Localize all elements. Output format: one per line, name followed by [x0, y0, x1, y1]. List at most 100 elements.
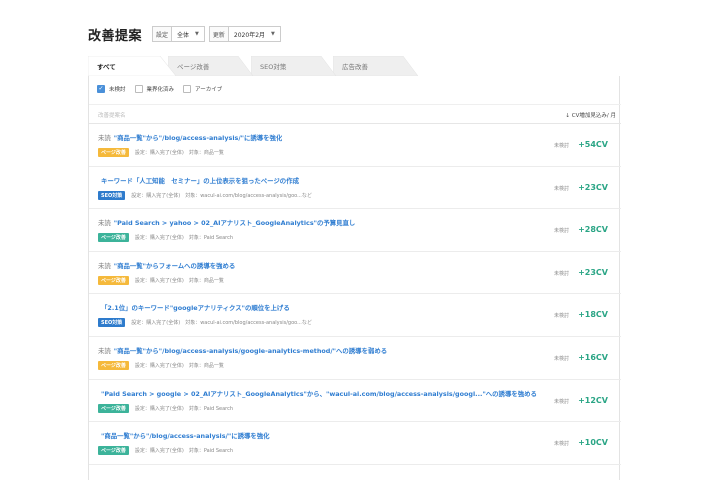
col-proposal-name: 改善提案名	[98, 113, 126, 119]
proposal-title[interactable]: 未読 "商品一覧"から"/blog/access-analysis/google-…	[98, 346, 387, 355]
tab-ad-improvement[interactable]: 広告改善	[333, 56, 418, 76]
checkbox-icon[interactable]	[134, 85, 143, 93]
status-label: 未検討	[554, 441, 570, 448]
filter-unreviewed[interactable]: ✓ 未検討	[97, 85, 126, 93]
cv-increase-value: +54CV	[578, 140, 608, 149]
proposal-meta: ページ改善 設定：購入完了(全体) 対象：商品一覧	[98, 275, 229, 285]
category-badge: ページ改善	[98, 233, 129, 243]
proposal-meta: ページ改善 設定：購入完了(全体) 対象：Paid Search	[98, 233, 238, 243]
status-label: 未検討	[554, 313, 570, 320]
meta-target: 対象：商品一覧	[188, 150, 224, 156]
tab-label: 広告改善	[342, 63, 368, 71]
proposal-link[interactable]: キーワード「人工知能 セミナー」の上位表示を狙ったページの作成	[101, 177, 299, 185]
meta-target: 対象：商品一覧	[188, 362, 224, 369]
unread-label: 未読	[98, 134, 111, 142]
update-value: 2020年2月	[233, 31, 266, 39]
filter-label: アーカイブ	[195, 87, 223, 93]
table-row[interactable]: "Paid Search > google > 02_AIアナリスト_Googl…	[89, 380, 621, 423]
meta-target: 対象：商品一覧	[188, 277, 224, 284]
checkbox-checked-icon[interactable]: ✓	[97, 85, 105, 93]
tab-seo[interactable]: SEO対策	[251, 56, 336, 76]
cv-increase-value: +23CV	[578, 267, 608, 277]
meta-setting: 設定：購入完了(全体)	[131, 320, 181, 327]
setting-dropdown[interactable]: 全体 ▼	[172, 26, 205, 42]
proposal-title[interactable]: "商品一覧"から"/blog/access-analysis/"に誘導を強化	[98, 431, 270, 440]
category-badge: ページ改善	[98, 360, 129, 370]
table-row[interactable]: 未読 "商品一覧"から"/blog/access-analysis/google-…	[89, 337, 621, 380]
tab-label: SEO対策	[260, 63, 287, 71]
status-label: 未検討	[554, 355, 570, 362]
proposal-link[interactable]: "商品一覧"から"/blog/access-analysis/"に誘導を強化	[101, 432, 270, 440]
table-row[interactable]: 「2.1位」のキーワード"googleアナリティクス"の順位を上げる SEO対策…	[89, 294, 621, 337]
meta-setting: 設定：購入完了(全体)	[134, 448, 184, 455]
category-badge: SEO対策	[98, 190, 126, 200]
table-row[interactable]: "商品一覧"から"/blog/access-analysis/"に誘導を強化 ペ…	[89, 422, 621, 465]
checkbox-icon[interactable]	[183, 85, 192, 93]
status-filters: ✓ 未検討 業界化済み アーカイブ	[97, 85, 231, 93]
table-row[interactable]: 未読 "商品一覧"から"/blog/access-analysis/"に誘導を強化…	[89, 124, 621, 167]
proposal-meta: SEO対策 設定：購入完了(全体) 対象：wacul-ai.com/blog/a…	[98, 190, 317, 200]
col-cv-sort[interactable]: ↓ CV増加見込み/ 月	[565, 111, 616, 119]
unread-label: 未読	[98, 261, 111, 270]
table-row[interactable]: 未読 "Paid Search > yahoo > 02_AIアナリスト_Goog…	[89, 209, 621, 252]
proposal-link[interactable]: 「2.1位」のキーワード"googleアナリティクス"の順位を上げる	[101, 304, 290, 312]
tab-label: すべて	[97, 63, 116, 71]
unread-label: 未読	[98, 219, 111, 228]
meta-setting: 設定：購入完了(全体)	[134, 405, 184, 412]
tab-all[interactable]: すべて	[88, 56, 176, 76]
status-label: 未検討	[554, 270, 570, 277]
status-label: 未検討	[554, 185, 570, 192]
meta-setting: 設定：購入完了(全体)	[134, 235, 184, 242]
filter-done[interactable]: 業界化済み	[134, 85, 175, 93]
category-badge: ページ改善	[98, 148, 129, 157]
proposal-title[interactable]: 未読 "商品一覧"からフォームへの誘導を強める	[98, 261, 235, 270]
setting-select[interactable]: 設定 全体 ▼	[152, 26, 205, 42]
meta-setting: 設定：購入完了(全体)	[134, 277, 184, 284]
proposal-link[interactable]: "Paid Search > google > 02_AIアナリスト_Googl…	[101, 390, 537, 398]
meta-target: 対象：wacul-ai.com/blog/access-analysis/goo…	[185, 320, 312, 327]
proposal-meta: ページ改善 設定：購入完了(全体) 対象：商品一覧	[98, 148, 229, 157]
meta-setting: 設定：購入完了(全体)	[134, 362, 184, 369]
page-header: 改善提案 設定 全体 ▼ 更新 2020年2月 ▼	[88, 24, 281, 44]
meta-target: 対象：wacul-ai.com/blog/access-analysis/goo…	[185, 192, 312, 199]
cv-increase-value: +10CV	[578, 438, 608, 448]
update-label: 更新	[208, 26, 229, 42]
proposal-link[interactable]: "商品一覧"から"/blog/access-analysis/google-an…	[114, 347, 387, 355]
category-badge: ページ改善	[98, 403, 129, 413]
proposal-link[interactable]: "Paid Search > yahoo > 02_AIアナリスト_Google…	[114, 219, 356, 227]
proposal-link[interactable]: "商品一覧"からフォームへの誘導を強める	[114, 262, 236, 270]
category-badge: ページ改善	[98, 446, 129, 456]
update-select[interactable]: 更新 2020年2月 ▼	[208, 26, 281, 42]
proposal-meta: SEO対策 設定：購入完了(全体) 対象：wacul-ai.com/blog/a…	[98, 318, 317, 328]
cv-increase-value: +23CV	[578, 182, 608, 192]
proposal-title[interactable]: 未読 "Paid Search > yahoo > 02_AIアナリスト_Goog…	[98, 218, 355, 227]
page-title: 改善提案	[88, 28, 143, 44]
proposal-link[interactable]: "商品一覧"から"/blog/access-analysis/"に誘導を強化	[114, 134, 283, 142]
proposal-title[interactable]: 未読 "商品一覧"から"/blog/access-analysis/"に誘導を強化	[98, 133, 282, 142]
proposal-meta: ページ改善 設定：購入完了(全体) 対象：商品一覧	[98, 360, 229, 370]
tab-label: ページ改善	[177, 63, 210, 71]
cv-increase-value: +12CV	[578, 395, 608, 405]
cv-increase-value: +28CV	[578, 225, 608, 235]
proposal-title[interactable]: キーワード「人工知能 セミナー」の上位表示を狙ったページの作成	[98, 176, 299, 185]
table-header: 改善提案名 ↓ CV増加見込み/ 月	[89, 104, 621, 124]
table-row[interactable]: キーワード「人工知能 セミナー」の上位表示を狙ったページの作成 SEO対策 設定…	[89, 167, 621, 210]
filter-label: 未検討	[109, 87, 126, 93]
category-badge: SEO対策	[98, 318, 126, 328]
setting-label: 設定	[152, 26, 173, 42]
filter-archive[interactable]: アーカイブ	[183, 85, 222, 93]
meta-target: 対象：Paid Search	[188, 448, 233, 455]
filter-label: 業界化済み	[146, 87, 175, 93]
meta-target: 対象：Paid Search	[188, 235, 233, 242]
cv-increase-value: +18CV	[578, 310, 608, 320]
table-row[interactable]: 未読 "商品一覧"からフォームへの誘導を強める ページ改善 設定：購入完了(全体)…	[89, 252, 621, 295]
status-label: 未検討	[554, 143, 570, 149]
update-dropdown[interactable]: 2020年2月 ▼	[228, 26, 281, 42]
proposals-panel: ✓ 未検討 業界化済み アーカイブ 改善提案名 ↓ CV増加見込み/ 月 未読 "…	[88, 76, 621, 480]
tab-page-improvement[interactable]: ページ改善	[168, 56, 253, 76]
proposal-title[interactable]: "Paid Search > google > 02_AIアナリスト_Googl…	[98, 389, 537, 398]
tab-bar: 広告改善 SEO対策 ページ改善 すべて	[88, 56, 628, 76]
setting-value: 全体	[177, 31, 190, 39]
col-cv-label: CV増加見込み/ 月	[571, 113, 616, 119]
proposal-title[interactable]: 「2.1位」のキーワード"googleアナリティクス"の順位を上げる	[98, 303, 290, 312]
